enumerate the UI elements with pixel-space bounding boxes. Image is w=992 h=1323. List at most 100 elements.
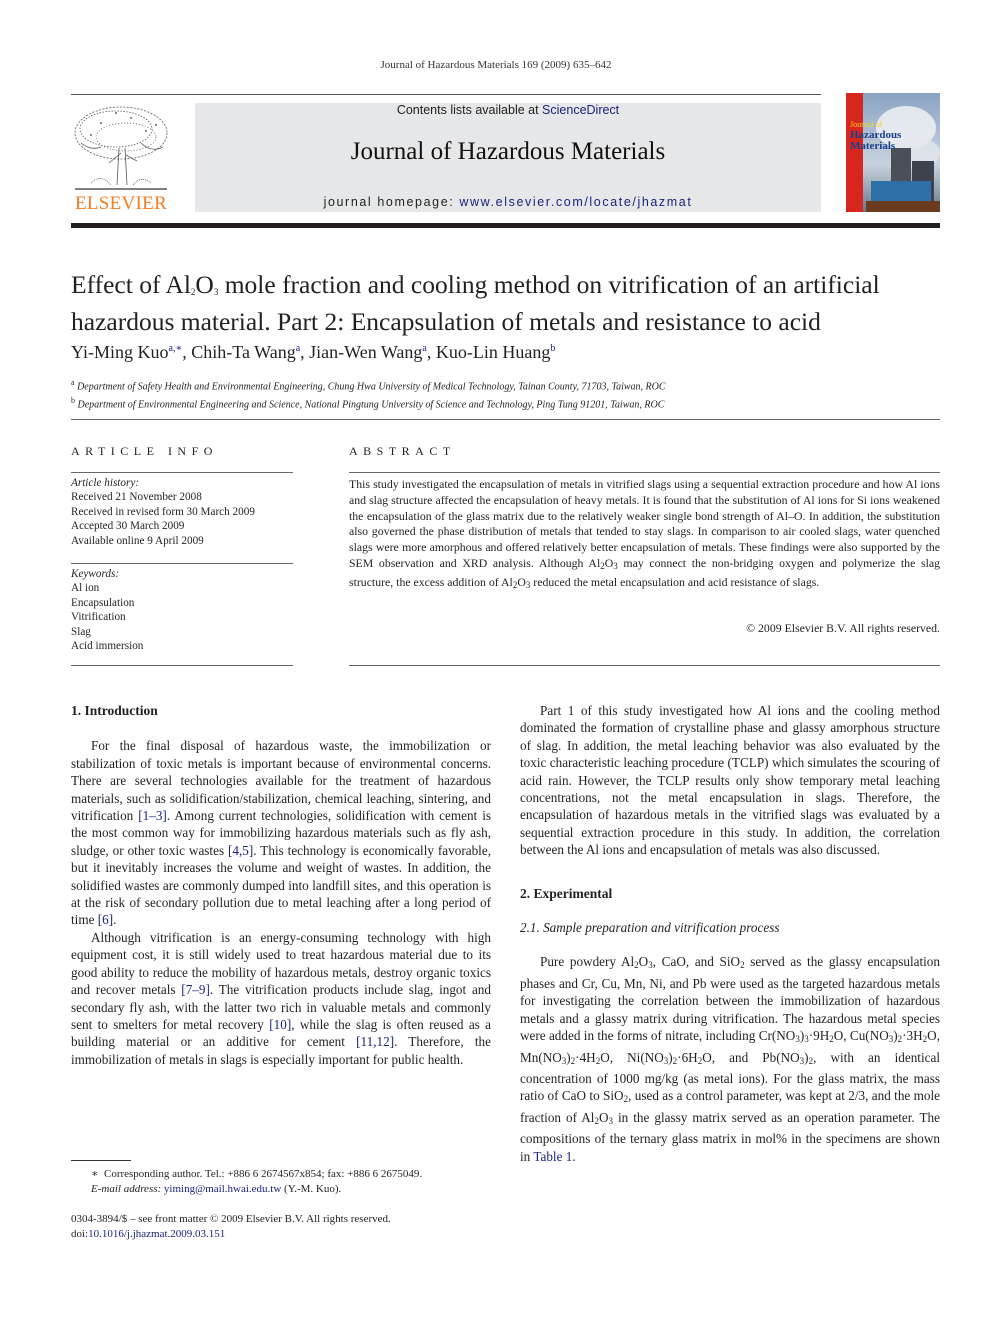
formula-text: O	[517, 574, 526, 589]
text: ·4H	[575, 1049, 596, 1065]
email-label: E-mail address:	[91, 1183, 164, 1195]
front-matter: 0304-3894/$ – see front matter © 2009 El…	[71, 1212, 501, 1242]
history-item: Received in revised form 30 March 2009	[71, 505, 255, 518]
homepage-prefix: journal homepage:	[323, 195, 460, 209]
author-name[interactable]: Chih-Ta Wang	[191, 342, 295, 362]
text: ·6H	[677, 1049, 698, 1065]
affiliation-item: b Department of Environmental Engineerin…	[71, 394, 666, 412]
article-info-heading: ARTICLE INFO	[71, 444, 218, 458]
cover-title-line1: Journal of	[850, 120, 883, 129]
metadata-rule	[71, 419, 940, 420]
article-history: Article history: Received 21 November 20…	[71, 476, 293, 548]
author-list: Yi-Ming Kuoa,∗, Chih-Ta Wanga, Jian-Wen …	[71, 342, 555, 363]
table-link[interactable]: Table 1	[533, 1149, 572, 1164]
corresponding-author-footnote: ∗ Corresponding author. Tel.: +886 6 267…	[71, 1167, 501, 1197]
intro-paragraph: Although vitrification is an energy-cons…	[71, 929, 491, 1068]
text: .	[572, 1148, 576, 1164]
citation-link[interactable]: [7–9]	[181, 982, 210, 997]
affiliation-item: a Department of Safety Health and Enviro…	[71, 376, 666, 394]
formula-text: O	[598, 1109, 609, 1125]
author-separator: ,	[300, 342, 310, 362]
author-separator: ,	[182, 342, 192, 362]
contents-line: Contents lists available at ScienceDirec…	[195, 103, 821, 117]
author-separator: ,	[426, 342, 436, 362]
front-matter-line: 0304-3894/$ – see front matter © 2009 El…	[71, 1213, 391, 1225]
doi-link[interactable]: 10.1016/j.jhazmat.2009.03.151	[88, 1228, 225, 1240]
email-link[interactable]: yiming@mail.hwai.edu.tw	[164, 1183, 281, 1195]
citation-link[interactable]: [10]	[269, 1017, 291, 1032]
publisher-wordmark[interactable]: ELSEVIER	[71, 193, 171, 215]
doi-label: doi:	[71, 1228, 89, 1240]
citation-link[interactable]: [6]	[98, 912, 113, 927]
section-heading-experimental: 2. Experimental	[520, 885, 613, 901]
abstract-rule	[349, 665, 940, 666]
footnote-rule	[71, 1160, 131, 1161]
keyword-item: Encapsulation	[71, 596, 135, 609]
citation-link[interactable]: [4,5]	[228, 843, 253, 858]
text: ·9H	[808, 1028, 830, 1044]
journal-homepage-line: journal homepage: www.elsevier.com/locat…	[195, 195, 821, 209]
keyword-item: Acid immersion	[71, 640, 144, 653]
intro-paragraph: Part 1 of this study investigated how Al…	[520, 703, 940, 858]
formula-subscript: 3	[799, 1055, 805, 1066]
text: , CaO, and SiO	[652, 954, 741, 970]
history-item: Received 21 November 2008	[71, 491, 202, 504]
author-affiliation-mark[interactable]: a,∗	[169, 343, 183, 354]
history-item: Available online 9 April 2009	[71, 534, 204, 547]
masthead-thick-rule	[71, 223, 940, 228]
formula-subscript: 3	[795, 1034, 800, 1045]
journal-name: Journal of Hazardous Materials	[350, 138, 666, 165]
author-name[interactable]: Yi-Ming Kuo	[71, 342, 169, 362]
running-head: Journal of Hazardous Materials 169 (2009…	[380, 59, 612, 71]
affiliation-text: Department of Environmental Engineering …	[77, 399, 665, 411]
author-affiliation-mark[interactable]: b	[550, 343, 555, 354]
text: ·3H	[902, 1028, 923, 1044]
footnote-star: ∗	[91, 1168, 99, 1180]
abstract-text: This study investigated the encapsulatio…	[349, 477, 940, 594]
footnote-text: Corresponding author. Tel.: +886 6 26745…	[103, 1168, 423, 1180]
formula-subscript: 3	[888, 1034, 894, 1045]
formula-text: O	[638, 954, 649, 970]
text: .	[113, 912, 117, 928]
keywords-label: Keywords:	[71, 568, 120, 580]
article-info-rule	[71, 472, 293, 473]
journal-cover-thumbnail[interactable]: Journal of Hazardous Materials	[846, 93, 940, 212]
text: O, Cu(NO	[833, 1028, 889, 1044]
footnote-text: (Y.-M. Kuo).	[281, 1183, 342, 1195]
article-info-rule	[71, 665, 293, 666]
abstract-rule	[349, 472, 940, 473]
abstract-segment: reduced the metal encapsulation and acid…	[530, 574, 820, 589]
affiliation-mark: a	[71, 378, 75, 387]
cover-title-line3: Materials	[850, 140, 896, 152]
history-item: Accepted 30 March 2009	[71, 520, 185, 533]
affiliation-mark: b	[71, 396, 75, 406]
formula-text: O	[604, 555, 614, 570]
citation-link[interactable]: [11,12]	[356, 1034, 394, 1049]
abstract-heading: ABSTRACT	[349, 444, 456, 458]
article-title: Effect of Al2O3 mole fraction and coolin…	[71, 270, 951, 336]
formula-subscript: 3	[561, 1055, 567, 1066]
sciencedirect-link[interactable]: ScienceDirect	[542, 103, 619, 117]
body-left-column: 1. Introduction For the final disposal o…	[71, 702, 491, 1068]
article-info-rule	[71, 563, 293, 564]
author-name[interactable]: Jian-Wen Wang	[309, 342, 422, 362]
abstract-copyright: © 2009 Elsevier B.V. All rights reserved…	[746, 621, 940, 635]
text: Pure powdery Al	[540, 954, 635, 970]
author-name[interactable]: Kuo-Lin Huang	[436, 342, 550, 362]
citation-link[interactable]: [1–3]	[138, 808, 167, 823]
masthead-rule	[195, 94, 821, 95]
footnote-line: E-mail address: yiming@mail.hwai.edu.tw …	[71, 1182, 501, 1197]
body-right-column: Part 1 of this study investigated how Al…	[520, 702, 940, 1165]
keyword-item: Al ion	[71, 582, 100, 595]
homepage-link[interactable]: www.elsevier.com/locate/jhazmat	[459, 195, 692, 209]
doi-line: doi:10.1016/j.jhazmat.2009.03.151	[71, 1227, 501, 1242]
keywords: Keywords: Al ion Encapsulation Vitrifica…	[71, 567, 293, 653]
masthead-rule-left	[71, 94, 195, 95]
title-text: Effect of Al	[71, 270, 191, 299]
keyword-item: Slag	[71, 625, 91, 638]
affiliations: a Department of Safety Health and Enviro…	[71, 376, 666, 413]
section-heading-introduction: 1. Introduction	[71, 703, 158, 718]
experimental-paragraph: Pure powdery Al2O3, CaO, and SiO2 served…	[520, 954, 941, 1164]
footnote-line: ∗ Corresponding author. Tel.: +886 6 267…	[71, 1167, 501, 1182]
affiliation-text: Department of Safety Health and Environm…	[77, 381, 666, 393]
